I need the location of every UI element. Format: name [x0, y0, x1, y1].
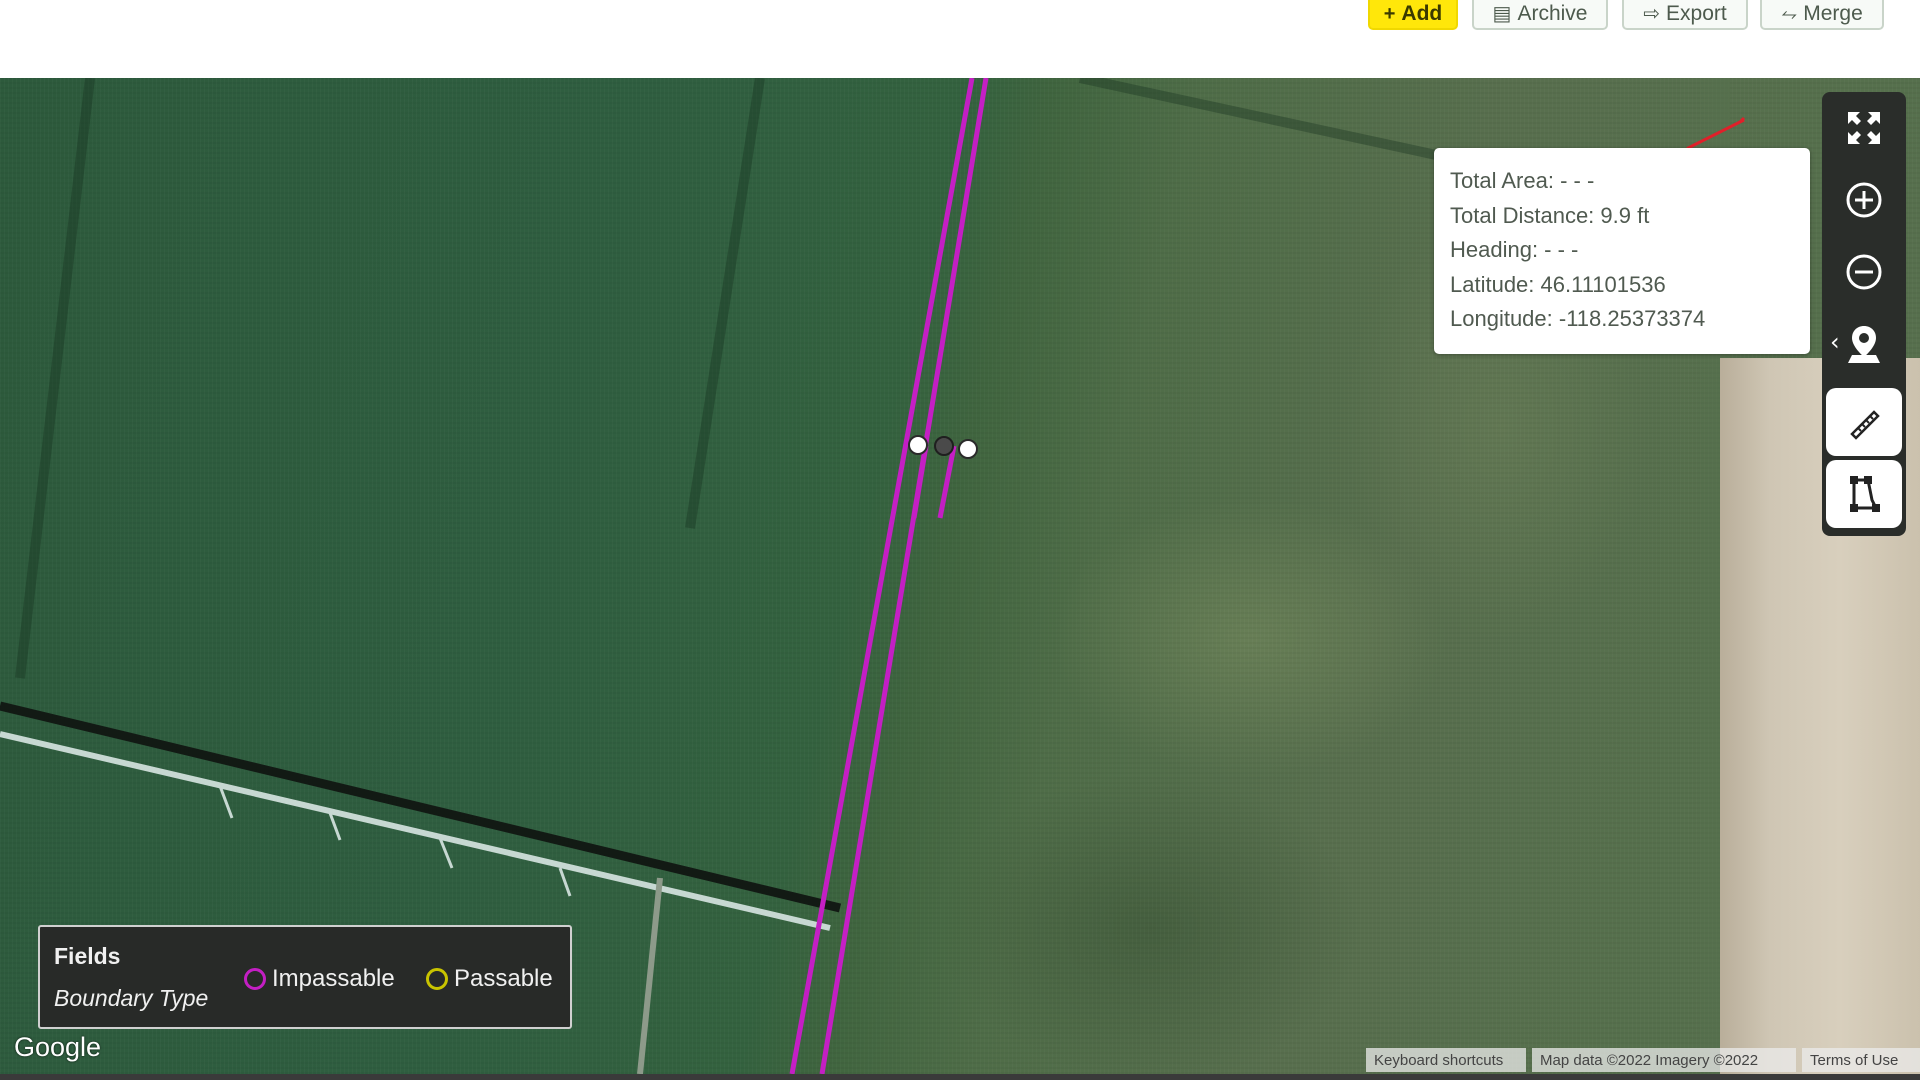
- legend-title: Fields: [54, 943, 121, 969]
- merge-button-label: Merge: [1803, 2, 1863, 25]
- map-legend: Fields Boundary Type Impassable Passable: [38, 925, 572, 1029]
- measure-point-end[interactable]: [958, 439, 978, 459]
- measure-button[interactable]: [1826, 388, 1902, 456]
- draw-boundary-icon: [1850, 476, 1880, 512]
- legend-item-impassable: Impassable: [244, 965, 395, 993]
- bottom-strip: [0, 1074, 1920, 1080]
- draw-boundary-button[interactable]: [1826, 460, 1902, 528]
- legend-item-passable: Passable: [426, 965, 553, 993]
- archive-button-label: Archive: [1517, 2, 1588, 25]
- measure-point-start[interactable]: [908, 435, 928, 455]
- map-data-attribution: Map data ©2022 Imagery ©2022: [1532, 1048, 1796, 1072]
- measurement-info-popup: Total Area: - - - Total Distance: 9.9 ft…: [1434, 148, 1810, 354]
- zoom-out-button[interactable]: [1822, 236, 1906, 308]
- map-controls: ‹: [1822, 92, 1906, 536]
- export-button[interactable]: ⇨ Export: [1622, 0, 1748, 30]
- add-button[interactable]: + Add: [1368, 0, 1458, 30]
- merge-button[interactable]: ⥊ Merge: [1760, 0, 1884, 30]
- field-tracks: [15, 78, 1452, 679]
- top-toolbar: + Add ▤ Archive ⇨ Export ⥊ Merge: [0, 0, 1920, 78]
- location-button[interactable]: ‹: [1822, 308, 1906, 380]
- measurement-points[interactable]: [908, 435, 978, 459]
- total-area: Total Area: - - -: [1450, 168, 1595, 193]
- total-distance: Total Distance: 9.9 ft: [1450, 202, 1650, 228]
- keyboard-shortcuts-link[interactable]: Keyboard shortcuts: [1366, 1048, 1526, 1072]
- legend-item-label: Impassable: [272, 965, 395, 992]
- google-logo: Google: [14, 1032, 102, 1062]
- passable-swatch-icon: [426, 968, 448, 990]
- fullscreen-icon: [1848, 112, 1880, 144]
- archive-icon: ▤: [1492, 3, 1512, 25]
- heading: Heading: - - -: [1450, 237, 1579, 262]
- latitude: Latitude: 46.11101536: [1450, 271, 1666, 297]
- zoom-out-icon: [1846, 254, 1882, 290]
- impassable-swatch-icon: [244, 968, 266, 990]
- add-button-label: Add: [1401, 2, 1443, 25]
- legend-subtitle: Boundary Type: [54, 985, 209, 1011]
- fullscreen-button[interactable]: [1822, 92, 1906, 164]
- chevron-left-icon: ‹: [1830, 328, 1840, 356]
- zoom-in-icon: [1846, 182, 1882, 218]
- measure-point-mid[interactable]: [934, 436, 954, 456]
- zoom-in-button[interactable]: [1822, 164, 1906, 236]
- archive-button[interactable]: ▤ Archive: [1472, 0, 1608, 30]
- ruler-icon: [1850, 410, 1880, 440]
- export-icon: ⇨: [1643, 3, 1661, 25]
- export-button-label: Export: [1666, 2, 1727, 25]
- longitude: Longitude: -118.25373374: [1450, 306, 1706, 331]
- legend-item-label: Passable: [454, 965, 553, 992]
- impassable-boundary[interactable]: [789, 78, 989, 1074]
- merge-icon: ⥊: [1781, 3, 1798, 25]
- location-pin-icon: [1848, 326, 1880, 363]
- plus-icon: +: [1383, 3, 1396, 25]
- terms-of-use-link[interactable]: Terms of Use: [1802, 1048, 1920, 1072]
